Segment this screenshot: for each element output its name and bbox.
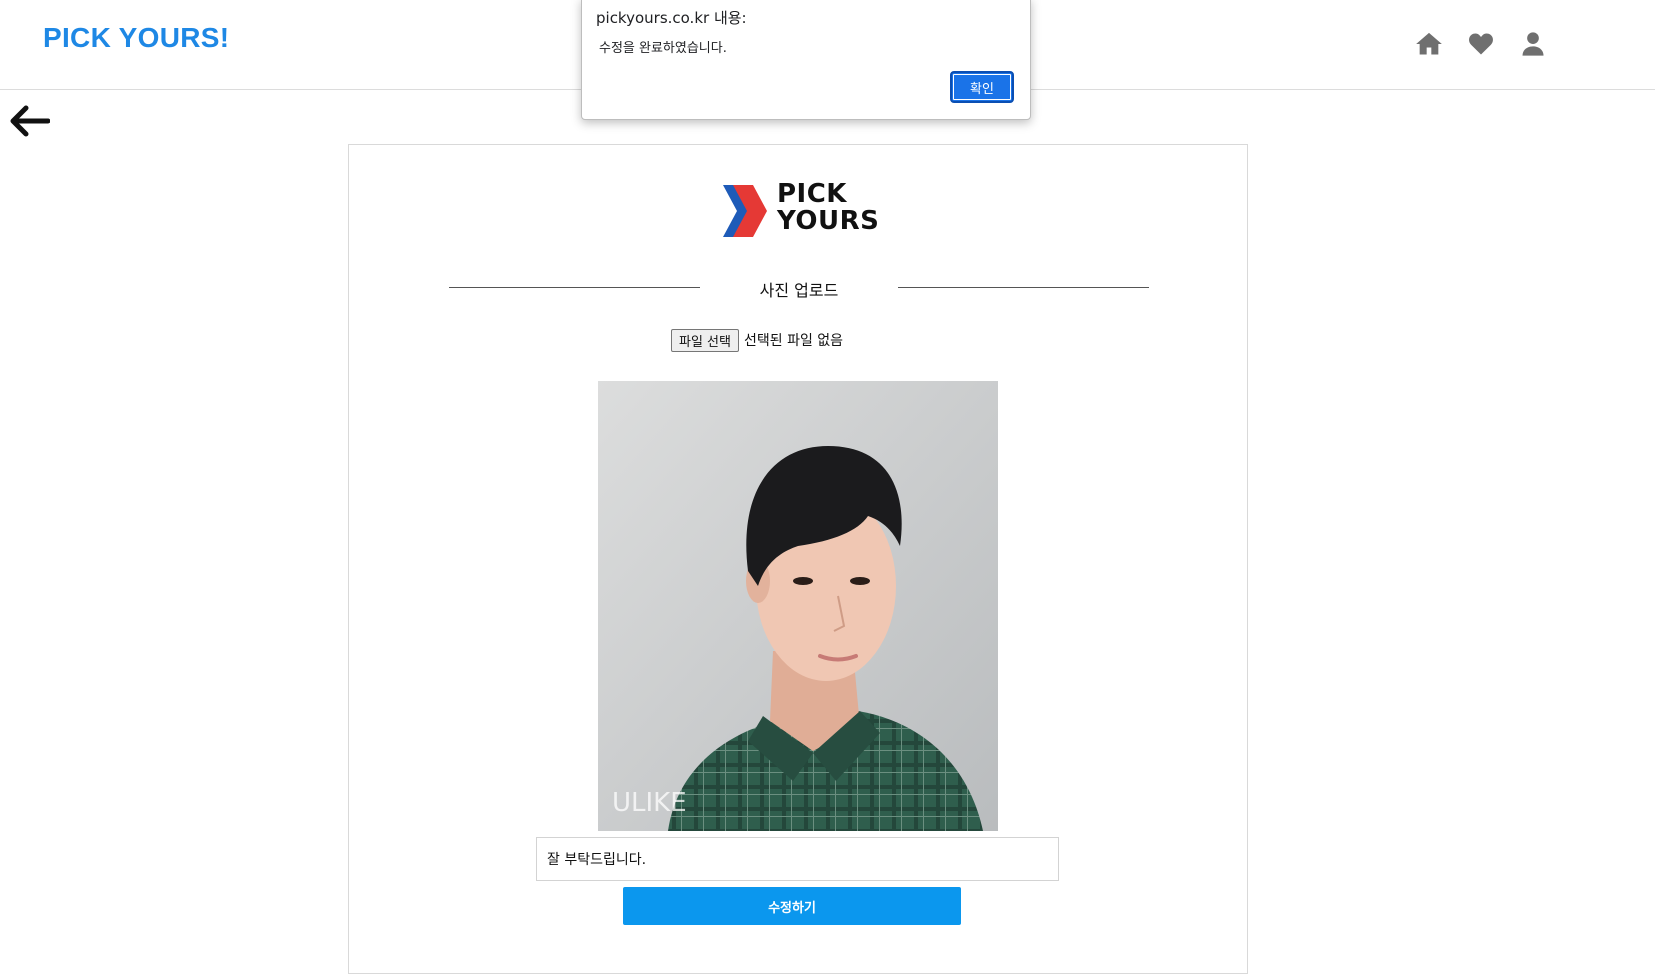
divider-right bbox=[898, 287, 1149, 288]
arrow-left-icon[interactable] bbox=[8, 104, 51, 138]
section-title: 사진 업로드 bbox=[759, 281, 839, 300]
dialog-ok-button[interactable]: 확인 bbox=[950, 71, 1014, 103]
choose-file-button[interactable]: 파일 선택 bbox=[671, 328, 739, 352]
uploaded-photo-preview: ULIKE bbox=[598, 381, 998, 831]
alert-dialog: pickyours.co.kr 내용: 수정을 완료하였습니다. 확인 bbox=[581, 0, 1031, 120]
pickyours-logo: PICK YOURS bbox=[723, 181, 893, 241]
nav-icon-group bbox=[1415, 30, 1547, 58]
save-changes-button[interactable]: 수정하기 bbox=[623, 887, 961, 925]
user-icon[interactable] bbox=[1519, 30, 1547, 58]
home-icon[interactable] bbox=[1415, 30, 1443, 58]
file-upload-control: 파일 선택 선택된 파일 없음 bbox=[671, 328, 843, 352]
dialog-message: 수정을 완료하였습니다. bbox=[599, 41, 727, 56]
photo-edit-card: PICK YOURS 사진 업로드 파일 선택 선택된 파일 없음 ULIKE … bbox=[348, 144, 1248, 974]
dialog-title: pickyours.co.kr 내용: bbox=[596, 9, 747, 27]
logo-wordmark: PICK YOURS bbox=[777, 181, 879, 235]
profile-photo: ULIKE bbox=[598, 381, 998, 831]
logo-line-1: PICK bbox=[777, 179, 847, 209]
brand-logo-link[interactable]: PICK YOURS! bbox=[43, 22, 229, 54]
file-status-text: 선택된 파일 없음 bbox=[743, 333, 844, 349]
logo-line-2: YOURS bbox=[777, 206, 880, 236]
divider-left bbox=[449, 287, 700, 288]
heart-icon[interactable] bbox=[1467, 30, 1495, 58]
photo-watermark: ULIKE bbox=[612, 788, 687, 818]
comment-input[interactable] bbox=[536, 837, 1059, 881]
chevron-logo-icon bbox=[723, 185, 767, 237]
section-header: 사진 업로드 bbox=[449, 273, 1149, 303]
